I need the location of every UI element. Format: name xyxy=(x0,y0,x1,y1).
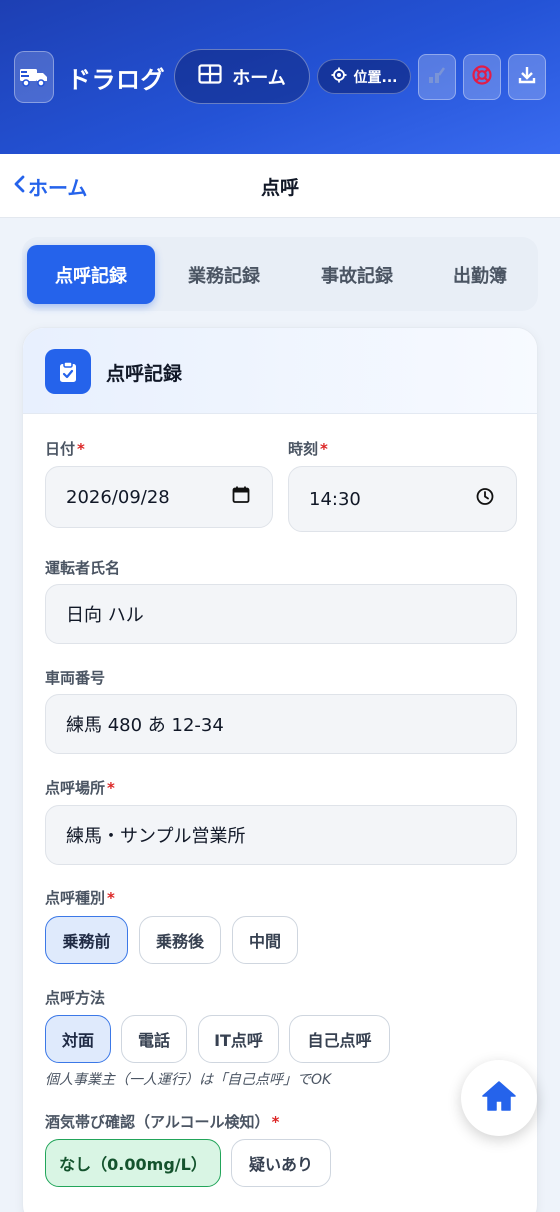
method-note: 個人事業主（一人運行）は「自己点呼」でOK xyxy=(45,1072,332,1088)
lifebuoy-icon xyxy=(471,64,493,90)
roll-type-option-pre[interactable]: 乗務前 xyxy=(45,916,128,964)
tab-attendance[interactable]: 出勤簿 xyxy=(425,245,535,304)
tab-accident-record[interactable]: 事故記録 xyxy=(292,245,422,304)
download-button[interactable] xyxy=(508,54,546,100)
method-option-phone[interactable]: 電話 xyxy=(121,1015,187,1063)
chart-button[interactable] xyxy=(418,54,456,100)
vehicle-number-field[interactable]: 練馬 480 あ 12-34 xyxy=(45,694,517,754)
location-button[interactable]: 位置... xyxy=(317,59,411,94)
home-icon xyxy=(481,1080,517,1116)
method-option-it[interactable]: IT点呼 xyxy=(198,1015,279,1063)
home-button[interactable]: ホーム xyxy=(174,49,310,104)
driver-name-field[interactable]: 日向 ハル xyxy=(45,584,517,644)
location-button-label: 位置... xyxy=(353,69,398,86)
clipboard-check-icon xyxy=(45,349,91,394)
alcohol-option-none[interactable]: なし（0.00mg/L） xyxy=(45,1139,221,1187)
alcohol-option-suspected[interactable]: 疑いあり xyxy=(231,1139,331,1187)
place-value: 練馬・サンプル営業所 xyxy=(66,826,246,847)
driver-name-value: 日向 ハル xyxy=(66,605,144,626)
method-label: 点呼方法 xyxy=(45,989,106,1007)
date-field[interactable]: 2026/09/28 xyxy=(45,466,273,528)
sos-button[interactable] xyxy=(463,54,501,100)
calendar-icon[interactable] xyxy=(232,486,250,509)
vehicle-number-value: 練馬 480 あ 12-34 xyxy=(66,715,224,736)
tab-roll-call[interactable]: 点呼記録 xyxy=(27,245,155,304)
vehicle-label: 車両番号 xyxy=(45,669,106,687)
method-option-self[interactable]: 自己点呼 xyxy=(289,1015,390,1063)
chart-icon xyxy=(427,65,447,89)
roll-type-option-post[interactable]: 乗務後 xyxy=(139,916,221,964)
date-label: 日付 * xyxy=(45,440,85,458)
card-header: 点呼記録 xyxy=(23,328,537,414)
record-tabs: 点呼記録 業務記録 事故記録 出勤簿 xyxy=(22,237,538,311)
time-value: 14:30 xyxy=(309,488,361,510)
grid-icon xyxy=(198,64,222,89)
time-label: 時刻 * xyxy=(288,440,328,458)
clock-icon[interactable] xyxy=(476,488,494,511)
date-value: 2026/09/28 xyxy=(66,486,170,508)
alcohol-label: 酒気帯び確認（アルコール検知） * xyxy=(45,1113,280,1131)
home-button-label: ホーム xyxy=(232,67,286,89)
home-fab-button[interactable] xyxy=(461,1060,537,1136)
navbar: ホーム 点呼 xyxy=(0,154,560,218)
driver-label: 運転者氏名 xyxy=(45,559,121,577)
place-field[interactable]: 練馬・サンプル営業所 xyxy=(45,805,517,865)
tab-work-record[interactable]: 業務記録 xyxy=(159,245,289,304)
truck-icon[interactable] xyxy=(14,51,54,103)
roll-type-label: 点呼種別 * xyxy=(45,889,115,907)
method-option-in-person[interactable]: 対面 xyxy=(45,1015,111,1063)
download-icon xyxy=(517,65,537,89)
page-title: 点呼 xyxy=(260,177,299,199)
time-field[interactable]: 14:30 xyxy=(288,466,517,532)
roll-call-card: 点呼記録 日付 * 時刻 * 2026/09/28 14:30 運転者氏名 日向 ハ… xyxy=(22,327,538,1212)
card-title: 点呼記録 xyxy=(106,363,183,385)
location-icon xyxy=(331,67,347,87)
app-header: ドラログ ホーム 位置... xyxy=(0,0,560,154)
app-title: ドラログ xyxy=(67,66,165,94)
place-label: 点呼場所 * xyxy=(45,779,115,797)
roll-type-option-mid[interactable]: 中間 xyxy=(232,916,298,964)
